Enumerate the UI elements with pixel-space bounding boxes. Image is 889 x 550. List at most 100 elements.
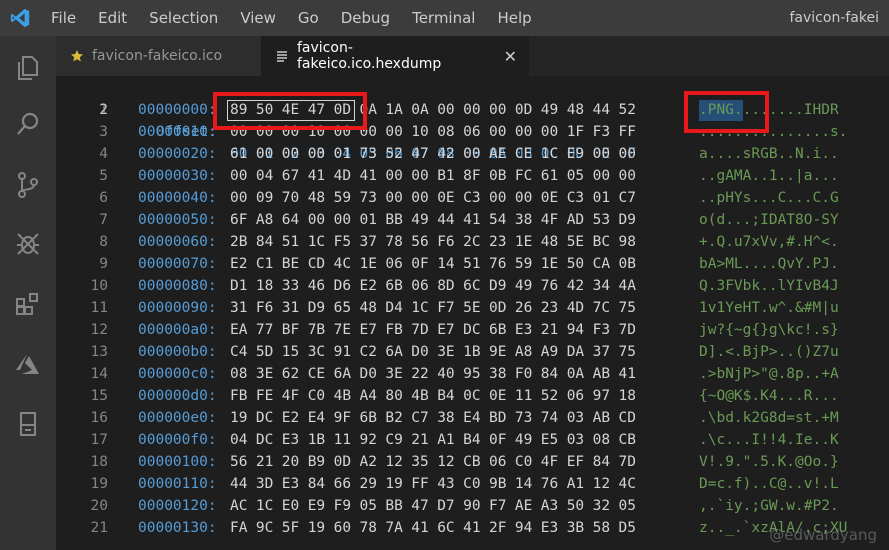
tab-favicon-fakeico[interactable]: favicon-fakeico.ico <box>56 36 261 76</box>
hex-byte: FF <box>618 124 636 140</box>
hex-byte: 0D <box>514 102 533 118</box>
hex-byte: E9 <box>307 498 326 514</box>
hex-byte: 47 <box>411 498 429 514</box>
hex-byte: 00 <box>307 146 326 162</box>
hex-byte: 12 <box>437 454 455 470</box>
window-title: favicon-fakei <box>789 10 880 26</box>
ascii-text: D].<.BjP>..()Z7u <box>699 344 839 360</box>
hex-byte: 6F <box>230 212 248 228</box>
hex-byte: 18 <box>255 278 274 294</box>
hex-byte: D6 <box>333 278 352 294</box>
azure-icon[interactable] <box>0 336 56 392</box>
hex-byte: 00 <box>385 168 403 184</box>
hex-byte: FC <box>514 168 533 184</box>
device-icon[interactable] <box>0 396 56 452</box>
hex-byte: A8 <box>514 344 533 360</box>
hex-byte: DC <box>255 410 274 426</box>
hex-byte: 10 <box>411 124 429 140</box>
hex-byte: D7 <box>437 498 455 514</box>
file-lines-icon <box>275 49 289 63</box>
hex-byte: 76 <box>540 278 559 294</box>
hex-byte: E2 <box>281 410 300 426</box>
hex-byte: B9 <box>307 454 326 470</box>
hex-byte: AB <box>592 410 611 426</box>
hex-byte: 6C <box>437 520 455 536</box>
hexdump-editor[interactable]: 1 Offset: 00 01 02 03 04 05 06 07 08 09 0A 0B 0C 0D 0E… <box>56 76 889 550</box>
hex-byte: 23 <box>540 300 559 316</box>
hex-byte: 11 <box>514 388 533 404</box>
hex-byte: 7B <box>307 322 326 338</box>
menu-debug[interactable]: Debug <box>330 0 401 36</box>
menu-view[interactable]: View <box>229 0 287 36</box>
row-offset: 00000110: <box>138 476 217 492</box>
ascii-text: {~O@K$.K4...R... <box>699 388 839 404</box>
hex-byte: 61 <box>540 168 559 184</box>
row-offset: 00000130: <box>138 520 217 536</box>
hex-byte: 3E <box>255 366 274 382</box>
hex-byte: 52 <box>385 146 403 162</box>
row-offset: 000000d0: <box>138 388 217 404</box>
hex-byte: A9 <box>540 344 559 360</box>
vscode-logo-icon <box>0 0 40 36</box>
extensions-icon[interactable] <box>0 276 56 332</box>
hex-byte: F3 <box>592 124 611 140</box>
source-control-icon[interactable] <box>0 157 56 213</box>
debug-icon[interactable] <box>0 216 56 272</box>
hex-byte: 62 <box>281 366 300 382</box>
hex-byte: CD <box>307 256 326 272</box>
hex-byte: 00 <box>255 146 274 162</box>
hex-byte: 53 <box>592 212 611 228</box>
star-icon <box>70 49 84 63</box>
ascii-text: ,.`iy.;GW.w.#P2. <box>699 498 839 514</box>
hex-byte: 73 <box>359 190 377 206</box>
hex-byte: 15 <box>281 344 300 360</box>
hex-byte: 0A <box>566 366 585 382</box>
hex-byte: 3E <box>385 366 403 382</box>
ascii-text: ..gAMA..1..|a... <box>699 168 839 184</box>
search-icon[interactable] <box>0 96 56 152</box>
line-number: 2 <box>99 102 108 118</box>
hex-byte: 49 <box>540 102 559 118</box>
hex-byte: FE <box>255 388 274 404</box>
hex-byte: 94 <box>566 322 585 338</box>
tab-favicon-fakeico-hexdump[interactable]: favicon-fakeico.ico.hexdump ✕ <box>261 36 529 76</box>
hex-byte: 41 <box>411 520 429 536</box>
hex-byte: 00 <box>489 124 507 140</box>
menu-go[interactable]: Go <box>287 0 330 36</box>
menu-help[interactable]: Help <box>486 0 542 36</box>
line-number: 7 <box>99 212 108 228</box>
menu-selection[interactable]: Selection <box>138 0 229 36</box>
hex-byte: 6A <box>333 366 352 382</box>
hex-byte: 34 <box>592 278 611 294</box>
hex-byte: C0 <box>514 454 533 470</box>
hex-byte: E9 <box>566 146 585 162</box>
hex-byte: 00 <box>230 190 248 206</box>
hex-byte: 22 <box>411 366 429 382</box>
line-number: 19 <box>90 476 108 492</box>
hex-byte: 76 <box>540 476 559 492</box>
hex-byte: 1F <box>566 124 585 140</box>
hex-byte: 42 <box>437 146 455 162</box>
hex-byte: 38 <box>437 410 455 426</box>
hex-byte: 9E <box>489 344 507 360</box>
row-offset: 00000000: <box>138 102 217 118</box>
hex-byte: E7 <box>359 322 377 338</box>
hex-byte: 4D <box>333 168 352 184</box>
menu-terminal[interactable]: Terminal <box>401 0 486 36</box>
hex-byte: 48 <box>307 190 326 206</box>
menu-edit[interactable]: Edit <box>87 0 138 36</box>
hex-byte: F7 <box>437 300 455 316</box>
menu-file[interactable]: File <box>40 0 87 36</box>
hex-byte: 1C <box>307 234 326 250</box>
hex-byte: CB <box>618 432 636 448</box>
hex-byte: C1 <box>255 256 274 272</box>
hex-byte: FA <box>230 520 248 536</box>
explorer-icon[interactable] <box>0 40 56 96</box>
hex-byte: 80 <box>385 388 403 404</box>
hex-byte: 7C <box>592 300 611 316</box>
hex-byte: E3 <box>281 476 300 492</box>
close-icon[interactable]: ✕ <box>504 47 517 66</box>
hex-byte: 26 <box>514 300 533 316</box>
hex-byte: 43 <box>437 476 455 492</box>
hex-byte: D0 <box>411 344 429 360</box>
